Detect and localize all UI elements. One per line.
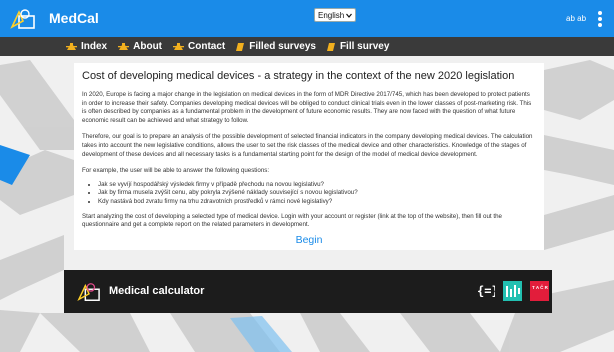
begin-link[interactable]: Begin — [74, 234, 544, 246]
flask-icon — [66, 43, 77, 50]
nav-item-fill-survey[interactable]: Fill survey — [326, 41, 390, 52]
nav-item-contact[interactable]: Contact — [173, 41, 225, 52]
main-content-card: Cost of developing medical devices - a s… — [74, 63, 544, 250]
footer: Medical calculator {=} T A Č R — [64, 270, 552, 313]
nav-item-label: Contact — [188, 41, 226, 52]
goal-paragraph: Therefore, our goal is to prepare an ana… — [82, 133, 533, 158]
questions-intro: For example, the user will be able to an… — [82, 167, 270, 175]
page-title: Cost of developing medical devices - a s… — [82, 70, 515, 82]
footer-title: Medical calculator — [109, 285, 205, 297]
app-name[interactable]: MedCal — [49, 10, 99, 26]
nav-item-filled-surveys[interactable]: Filled surveys — [236, 41, 316, 52]
list-item: Jak by firma musela zvýšit cenu, aby pok… — [98, 189, 536, 198]
language-selected-value: English — [318, 10, 345, 20]
list-item: Jak se vyvíjí hospodářský výsledek firmy… — [98, 181, 536, 190]
question-list: Jak se vyvíjí hospodářský výsledek firmy… — [98, 181, 536, 207]
flask-icon — [118, 43, 130, 50]
nav-item-index[interactable]: Index — [66, 41, 107, 52]
brace-glyph: {=} — [477, 284, 495, 298]
flask-icon — [173, 43, 185, 50]
clipboard-icon — [326, 42, 335, 51]
medcal-logo-icon — [77, 283, 100, 302]
list-item: Kdy nastává bod zvratu firmy na trhu zdr… — [98, 198, 536, 207]
nav-item-label: Filled surveys — [249, 41, 316, 52]
main-navigation: Index About Contact Filled surveys Fill … — [0, 37, 614, 56]
intro-paragraph: In 2020, Europe is facing a major change… — [82, 91, 532, 124]
partner-bars-logo-icon[interactable] — [503, 281, 522, 301]
tacr-letters: T A Č R — [532, 284, 549, 290]
more-menu-icon[interactable] — [597, 11, 602, 27]
clipboard-icon — [236, 42, 245, 51]
closing-paragraph: Start analyzing the cost of developing a… — [82, 212, 502, 229]
top-bar: MedCal English ab ab — [0, 0, 614, 37]
user-name[interactable]: ab ab — [566, 14, 586, 23]
partner-brace-logo-icon[interactable]: {=} — [477, 282, 495, 300]
medcal-logo-icon[interactable] — [10, 7, 36, 31]
chevron-down-icon — [346, 13, 352, 18]
bars-icon — [506, 285, 520, 297]
nav-item-label: About — [133, 41, 163, 52]
nav-item-label: Index — [81, 41, 108, 52]
nav-item-about[interactable]: About — [118, 41, 162, 52]
language-select[interactable]: English — [314, 8, 356, 22]
tacr-letters-icon: T A Č R — [532, 284, 549, 290]
nav-item-label: Fill survey — [339, 41, 390, 52]
tacr-logo-icon[interactable]: T A Č R — [530, 281, 549, 301]
